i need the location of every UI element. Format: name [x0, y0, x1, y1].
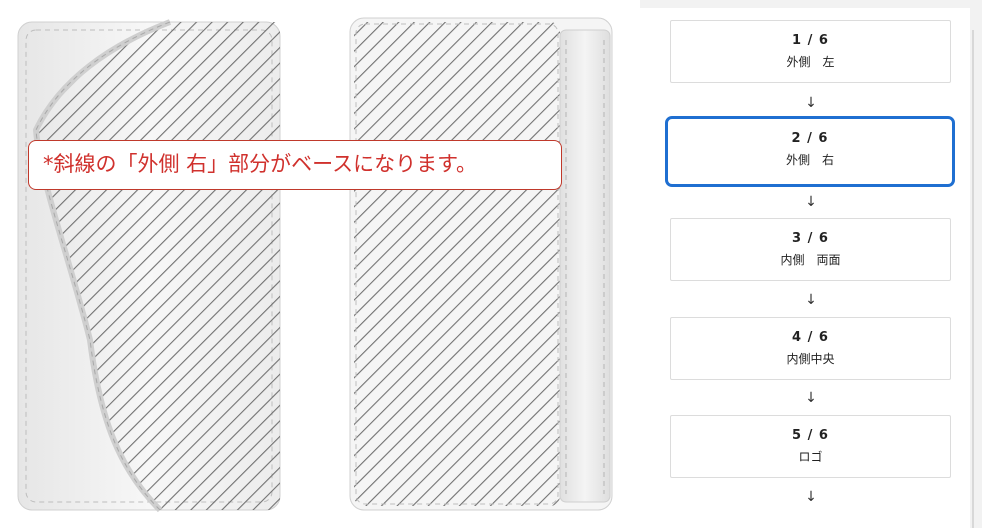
- step-number: 4 / 6: [792, 330, 829, 345]
- arrow-down-icon: ↓: [805, 292, 817, 308]
- panel-scrollbar[interactable]: [972, 30, 974, 528]
- step-5-button[interactable]: 5 / 6 ロゴ: [670, 415, 951, 478]
- arrow-down-icon: ↓: [805, 390, 817, 406]
- base-area-notice: *斜線の「外側 右」部分がベースになります。: [28, 140, 562, 190]
- step-number: 3 / 6: [792, 231, 829, 246]
- step-label: ロゴ: [798, 450, 823, 464]
- wallet-mockup-image: [17, 17, 613, 513]
- step-number: 2 / 6: [791, 131, 829, 146]
- step-label: 内側 両面: [780, 253, 841, 267]
- product-preview: *斜線の「外側 右」部分がベースになります。: [0, 0, 640, 528]
- right-wallet: [349, 17, 613, 511]
- step-number: 5 / 6: [792, 428, 829, 443]
- step-label: 外側 左: [786, 55, 835, 69]
- left-wallet: [17, 19, 281, 513]
- step-3-button[interactable]: 3 / 6 内側 両面: [670, 218, 951, 281]
- step-label: 内側中央: [786, 352, 835, 366]
- arrow-down-icon: ↓: [805, 489, 817, 505]
- arrow-down-icon: ↓: [805, 194, 817, 210]
- step-1-button[interactable]: 1 / 6 外側 左: [670, 20, 951, 83]
- step-4-button[interactable]: 4 / 6 内側中央: [670, 317, 951, 380]
- step-label: 外側 右: [785, 153, 834, 167]
- step-number: 1 / 6: [792, 33, 829, 48]
- step-2-button[interactable]: 2 / 6 外側 右: [665, 116, 955, 187]
- arrow-down-icon: ↓: [805, 95, 817, 111]
